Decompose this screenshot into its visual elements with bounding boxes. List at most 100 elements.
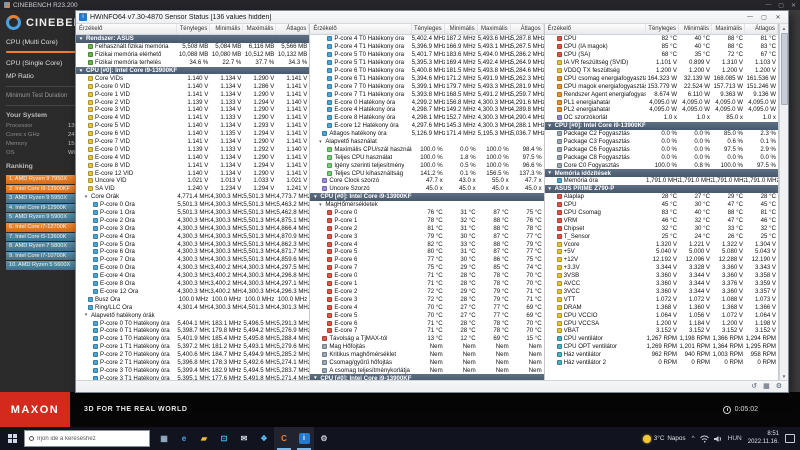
sensor-row[interactable]: VTT 1.072 V 1.072 V 1.088 V 1.073 V: [545, 295, 778, 303]
sensor-row[interactable]: Teljes CPU kihasználtság 141.2 % 0.1 % 156.…: [310, 169, 543, 177]
sensor-row[interactable]: Package C8 Fogyasztás 0.0 % 0.0 % 0.0 % 0.0 …: [545, 153, 778, 161]
sensor-row[interactable]: P-core 2 T1 Hatékony óra 5,396.8 MHz 178.3…: [76, 359, 309, 367]
sensor-row[interactable]: P-core 4 Óra 4,300.3 MHz 4,300.3 MHz 5,501.…: [76, 232, 309, 240]
column-header-value[interactable]: Maximális: [712, 24, 745, 34]
sensor-row[interactable]: P-core 3 Óra 4,300.3 MHz 4,300.3 MHz 5,501.…: [76, 224, 309, 232]
sensor-group-row[interactable]: ▾ CPU [#0]: Intel Core i9-13900KF: [76, 66, 310, 75]
sensor-row[interactable]: OC szorzókorlát 1.0 x 1.0 x 85.0 x 1.0 x: [545, 114, 778, 122]
sensor-row[interactable]: E-core 8 Óra 4,300.3 MHz 3,400.2 MHz 4,300.…: [76, 280, 309, 288]
sensor-row[interactable]: Package C3 Fogyasztás 0.0 % 0.0 % 0.6 % 0.1 …: [545, 138, 778, 146]
sensor-row[interactable]: Csomag/gyűrű hőfojtás Nem Nem Nem Nem: [310, 359, 543, 367]
minimize-icon[interactable]: —: [743, 12, 757, 23]
tree-expand-icon[interactable]: ▾: [78, 68, 84, 74]
column-header-value[interactable]: Tényleges: [646, 24, 679, 34]
sensor-subgroup-row[interactable]: ▾ MagHőmérsékletek: [310, 201, 543, 209]
sensor-row[interactable]: P-core 6 Óra 4,300.3 MHz 4,300.3 MHz 5,501.…: [76, 248, 309, 256]
sensor-row[interactable]: P-core 0 VID 1.140 V 1.134 V 1.286 V 1.141 V: [76, 82, 309, 90]
sensor-row[interactable]: Távolság a TjMAX-tól 13 °C 12 °C 69 °C 15 °C: [310, 335, 543, 343]
scrollbar-thumb[interactable]: [780, 33, 788, 105]
sensor-row[interactable]: SA VID 1.240 V 1.234 V 1.294 V 1.241 V: [76, 185, 309, 193]
sensor-row[interactable]: 3VCC 3.360 V 3.344 V 3.360 V 3.357 V: [545, 288, 778, 296]
tree-expand-icon[interactable]: ▾: [547, 186, 553, 192]
sensor-group-row[interactable]: ▾ Memória időzítések: [544, 169, 778, 178]
sensor-row[interactable]: P-core 2 Óra 4,300.3 MHz 4,300.3 MHz 5,501.…: [76, 216, 309, 224]
sensor-row[interactable]: Chipset 32 °C 30 °C 33 °C 32 °C: [545, 224, 778, 232]
sensor-row[interactable]: E-core 6 71 °C 28 °C 78 °C 70 °C: [310, 319, 543, 327]
taskbar-app-hwinfo[interactable]: i: [294, 427, 314, 450]
sensor-row[interactable]: CPU VCCIO 1.064 V 1.056 V 1.072 V 1.064 V: [545, 311, 778, 319]
taskbar-clock[interactable]: 8:51 2022.11.16.: [748, 431, 779, 446]
sensor-row[interactable]: E-core 12 Hatékony óra 4,297.6 MHz 145.3 M…: [310, 122, 544, 130]
column-header-value[interactable]: Maximális: [478, 24, 511, 34]
column-header-value[interactable]: Tényleges: [177, 24, 211, 34]
sensor-row[interactable]: E-core 8 Hatékony óra 4,298.1 MHz 152.7 MH…: [310, 114, 544, 122]
sensor-subgroup-row[interactable]: ▾ Core Órák 4,771.4 MHz 4,300.3 MHz 5,501.3 …: [76, 193, 310, 201]
sensor-row[interactable]: CPU (IA magok) 85 °C 40 °C 88 °C 83 °C: [545, 43, 778, 51]
sensor-row[interactable]: E-core 2 72 °C 29 °C 79 °C 71 °C: [310, 288, 543, 296]
sensor-row[interactable]: P-core 4 T0 Hatékony óra 5,402.4 MHz 187.2…: [310, 35, 544, 43]
sensor-row[interactable]: P-core 7 T1 Hatékony óra 5,393.8 MHz 168.5…: [310, 90, 544, 98]
sensor-subgroup-row[interactable]: ▾ Alapvető hatékony órák: [76, 311, 309, 319]
sensor-row[interactable]: Core C0 Fogyasztás 100.0 % 0.8 % 100.0 % 97.…: [545, 161, 778, 169]
sensor-row[interactable]: E-core 0 Hatékony óra 4,299.2 MHz 156.8 MH…: [310, 98, 544, 106]
sensor-row[interactable]: Felhasznált fizikai memória 5,508 MB 5,084…: [76, 43, 309, 51]
sensor-row[interactable]: CPU magok energiafogyasztása 153.779 W 22.…: [545, 82, 778, 90]
sensor-row[interactable]: Core Clock szorzó 47.7 x 43.0 x 55.0 x 47.7 …: [310, 177, 543, 185]
sensor-subgroup-row[interactable]: ▾ Alapvető használat: [310, 138, 543, 146]
sensor-group-row[interactable]: ▾ CPU [#0]: Intel Core i9-13900KF: [544, 121, 778, 130]
sensor-row[interactable]: Mag Hőfojtás Nem Nem Nem Nem: [310, 343, 543, 351]
tree-expand-icon[interactable]: ▾: [547, 123, 553, 129]
sensor-row[interactable]: Teljes CPU használat 100.0 % 1.8 % 100.0 % 9…: [310, 153, 543, 161]
sensor-row[interactable]: E-core 5 70 °C 27 °C 77 °C 69 °C: [310, 311, 543, 319]
tree-expand-icon[interactable]: ▾: [78, 36, 84, 42]
sensor-row[interactable]: P-core 7 75 °C 29 °C 85 °C 74 °C: [310, 264, 543, 272]
sensor-row[interactable]: CPU VCCSA 1.200 V 1.184 V 1.200 V 1.198 V: [545, 319, 778, 327]
sensor-row[interactable]: +5V 5.040 V 5.000 V 5.080 V 5.043 V: [545, 248, 778, 256]
sensor-row[interactable]: P-core 7 VID 1.141 V 1.134 V 1.290 V 1.141 V: [76, 138, 309, 146]
sensor-row[interactable]: P-core 5 T0 Hatékony óra 5,401.7 MHz 183.6…: [310, 51, 544, 59]
sensor-row[interactable]: P-core 3 T0 Hatékony óra 5,399.4 MHz 182.9…: [76, 366, 309, 374]
taskbar-app-photos[interactable]: ❖: [254, 427, 274, 450]
sensor-row[interactable]: E-core 3 72 °C 28 °C 79 °C 71 °C: [310, 295, 543, 303]
column-header-sensor[interactable]: Érzékelő: [545, 24, 646, 34]
hwinfo-titlebar[interactable]: i HWiNFO64 v7.30-4870 Sensor Status [136…: [76, 11, 788, 24]
sensor-row[interactable]: IA VR feszültség (SVID) 1.101 V 0.899 V 1.3…: [545, 59, 778, 67]
taskbar-search[interactable]: Írjon ide a kereséshez: [24, 430, 150, 447]
sensor-row[interactable]: P-core 0 Óra 5,501.3 MHz 4,300.3 MHz 5,501.…: [76, 201, 309, 209]
wifi-icon[interactable]: [699, 435, 709, 443]
sensor-row[interactable]: P-core 1 T1 Hatékony óra 5,397.2 MHz 181.2…: [76, 343, 309, 351]
sensor-row[interactable]: Package C2 Fogyasztás 0.0 % 0.0 % 85.0 % 2.3…: [545, 130, 778, 138]
sensor-group-row[interactable]: ▾ Rendszer: ASUS: [76, 35, 310, 43]
column-header-sensor[interactable]: Érzékelő: [310, 24, 412, 34]
scrollbar[interactable]: ▲ ▼: [779, 24, 788, 380]
weather-widget[interactable]: 3°C Napos: [642, 434, 686, 443]
taskbar-app-edge[interactable]: e: [174, 427, 194, 450]
tree-expand-icon[interactable]: ▾: [317, 139, 323, 145]
tree-expand-icon[interactable]: ▾: [83, 312, 89, 318]
cinebench-titlebar[interactable]: CINEBENCH R23.200 — ▢ ✕: [0, 0, 800, 10]
reset-values-icon[interactable]: ↺: [751, 383, 757, 390]
sensor-row[interactable]: E-core 0 Óra 4,300.3 MHz 3,400.2 MHz 4,300.…: [76, 264, 309, 272]
sensor-row[interactable]: E-core 1 71 °C 28 °C 78 °C 70 °C: [310, 280, 543, 288]
sensor-row[interactable]: Fizikai memória elérhető 10,088 MB 10,080 …: [76, 51, 309, 59]
sensor-row[interactable]: P-core 0 T1 Hatékony óra 5,398.7 MHz 179.8…: [76, 327, 309, 335]
sensor-row[interactable]: Rendszer Agent energiafogyasztás 8.674 W 6…: [545, 90, 778, 98]
sensor-row[interactable]: CPU csomag energiafogyasztás 164.323 W 32.…: [545, 74, 778, 82]
column-header-value[interactable]: Átlagos: [511, 24, 544, 34]
column-header-value[interactable]: Maximális: [243, 24, 277, 34]
sensor-row[interactable]: E-core 12 Óra 4,300.3 MHz 3,400.2 MHz 4,300…: [76, 288, 309, 296]
sensor-row[interactable]: P-core 5 80 °C 31 °C 87 °C 77 °C: [310, 248, 543, 256]
sensor-row[interactable]: P-core 7 Óra 4,300.3 MHz 4,300.3 MHz 5,501.…: [76, 256, 309, 264]
close-icon[interactable]: ✕: [771, 12, 785, 23]
sensor-row[interactable]: CPU OPT ventilátor 1,269 RPM 1,201 RPM 1,36…: [545, 343, 778, 351]
sensor-row[interactable]: Vcore 1.320 V 1.221 V 1.322 V 1.304 V: [545, 240, 778, 248]
start-button[interactable]: [0, 427, 24, 450]
column-header-value[interactable]: Minimális: [445, 24, 478, 34]
sensor-row[interactable]: +12V 12.192 V 12.096 V 12.288 V 12.190 V: [545, 256, 778, 264]
taskbar-app-mail[interactable]: ✉: [234, 427, 254, 450]
sensor-row[interactable]: P-core 0 76 °C 31 °C 87 °C 75 °C: [310, 209, 543, 217]
sensor-row[interactable]: VDDQ TX feszültség 1.200 V 1.200 V 1.200 V 1…: [545, 67, 778, 75]
taskbar-app-cinebench[interactable]: C: [274, 427, 294, 450]
sensor-row[interactable]: E-core 8 VID 1.141 V 1.134 V 1.294 V 1.141 V: [76, 161, 309, 169]
taskbar-app-store[interactable]: ⊡: [214, 427, 234, 450]
